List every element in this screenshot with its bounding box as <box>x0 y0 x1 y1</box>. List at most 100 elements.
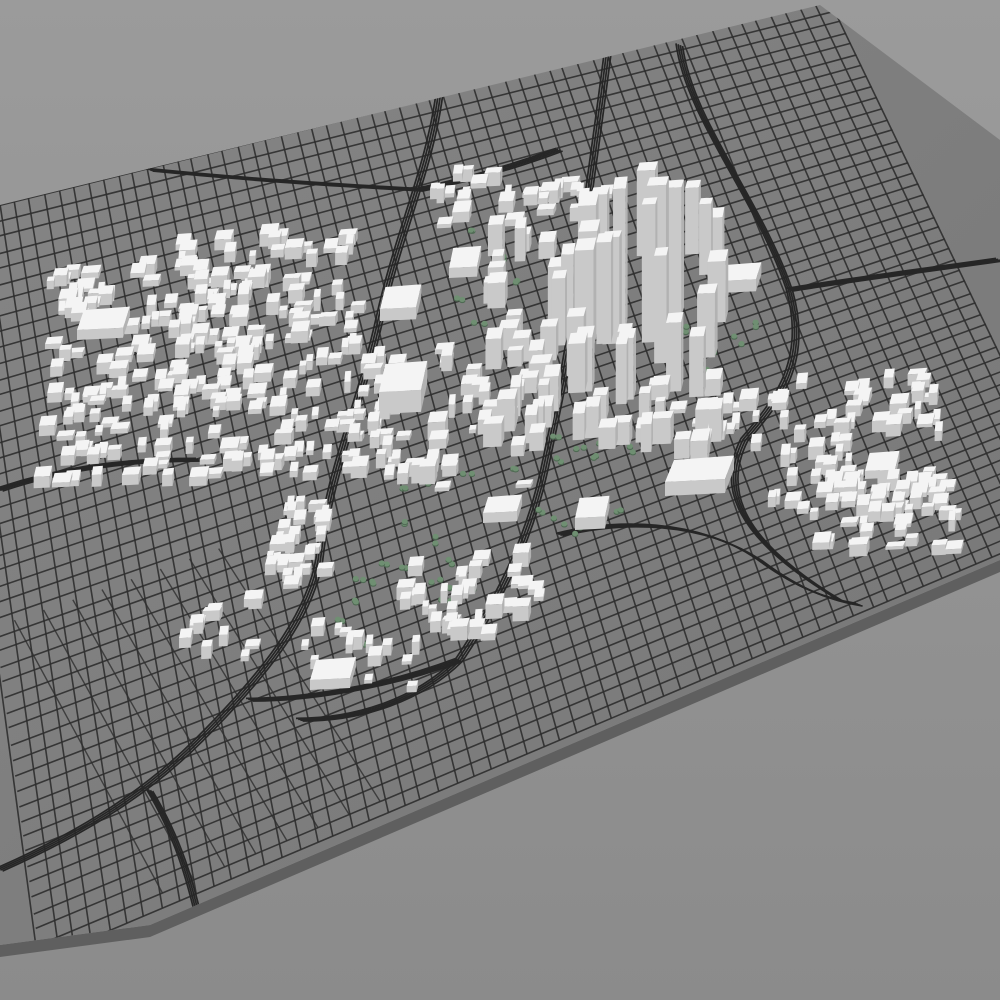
building-face <box>885 423 901 437</box>
building-roof <box>375 448 387 455</box>
building-face <box>406 685 417 693</box>
building-roof <box>841 491 858 502</box>
building-face <box>812 542 830 550</box>
building-roof <box>341 337 350 348</box>
building-roof <box>911 381 926 392</box>
building-face <box>284 247 302 260</box>
building-roof <box>164 292 179 304</box>
building-roof <box>704 367 723 380</box>
building-roof <box>223 279 232 290</box>
building-roof <box>666 312 684 324</box>
building-roof <box>73 403 86 413</box>
building-face <box>436 188 444 204</box>
building-roof <box>859 515 868 524</box>
building-roof <box>201 639 213 647</box>
building-roof <box>498 190 516 202</box>
building-face <box>240 656 249 662</box>
building-roof <box>60 445 77 456</box>
building-roof <box>904 503 914 510</box>
building-face <box>130 272 145 279</box>
building-face <box>60 455 75 466</box>
building-roof <box>247 399 264 410</box>
building-roof <box>285 533 296 543</box>
building-roof <box>523 185 539 195</box>
building-roof <box>483 494 523 513</box>
tree <box>512 466 519 472</box>
building-face <box>194 293 207 305</box>
building-roof <box>324 418 341 428</box>
building-roof <box>507 562 523 573</box>
building-face <box>142 280 159 287</box>
building-roof <box>784 491 802 502</box>
building-roof <box>75 430 87 437</box>
building-roof <box>561 242 576 255</box>
building-face <box>179 637 191 649</box>
building-roof <box>510 374 522 388</box>
building-roof <box>193 613 205 623</box>
building-face <box>293 519 305 526</box>
building-roof <box>699 197 713 205</box>
building-roof <box>426 448 440 460</box>
building-roof <box>480 623 498 635</box>
building-face <box>722 403 733 414</box>
building-face <box>625 176 628 330</box>
building-face <box>375 453 386 469</box>
building-roof <box>574 237 597 251</box>
building-roof <box>277 558 289 566</box>
building-roof <box>132 367 149 378</box>
building-face <box>136 354 154 363</box>
building-face <box>868 511 881 523</box>
building-face <box>814 421 826 429</box>
building-face <box>752 415 759 423</box>
building-face <box>411 641 420 656</box>
building-roof <box>51 471 73 483</box>
building-face <box>572 413 585 441</box>
building-roof <box>121 395 133 405</box>
building-face <box>685 187 699 255</box>
building-roof <box>305 248 318 255</box>
building-face <box>523 194 537 206</box>
building-roof <box>577 193 599 206</box>
building-roof <box>302 464 319 473</box>
building-face <box>279 310 287 319</box>
building-roof <box>928 383 939 394</box>
building-roof <box>168 319 181 328</box>
building-roof <box>795 372 809 384</box>
building-roof <box>528 338 545 351</box>
building-roof <box>388 353 407 364</box>
building-roof <box>33 465 53 477</box>
building-face <box>265 340 273 350</box>
building-roof <box>223 231 233 240</box>
building-roof <box>572 401 587 414</box>
building-face <box>911 390 924 403</box>
building-roof <box>131 333 151 346</box>
building-roof <box>845 452 853 462</box>
building-roof <box>162 467 175 476</box>
building-face <box>536 208 554 216</box>
building-face <box>212 410 219 418</box>
building-roof <box>193 269 210 280</box>
building-roof <box>231 307 250 318</box>
building-roof <box>52 267 69 276</box>
building-roof <box>265 333 274 342</box>
building-roof <box>436 183 446 189</box>
tree <box>590 454 597 460</box>
building-face <box>483 423 502 448</box>
building-roof <box>895 479 911 490</box>
building-face <box>945 548 962 555</box>
building-roof <box>722 392 734 404</box>
building-roof <box>485 593 505 605</box>
building-roof <box>708 397 724 410</box>
building-roof <box>450 617 470 627</box>
building-face <box>512 605 529 622</box>
building-roof <box>446 600 458 610</box>
building-face <box>841 501 856 508</box>
building-roof <box>315 511 332 522</box>
tree <box>460 470 467 476</box>
building-face <box>615 343 627 405</box>
tree <box>617 507 624 513</box>
building-roof <box>422 600 430 607</box>
building-roof <box>237 282 251 295</box>
building-roof <box>96 353 114 363</box>
building-roof <box>288 525 301 535</box>
